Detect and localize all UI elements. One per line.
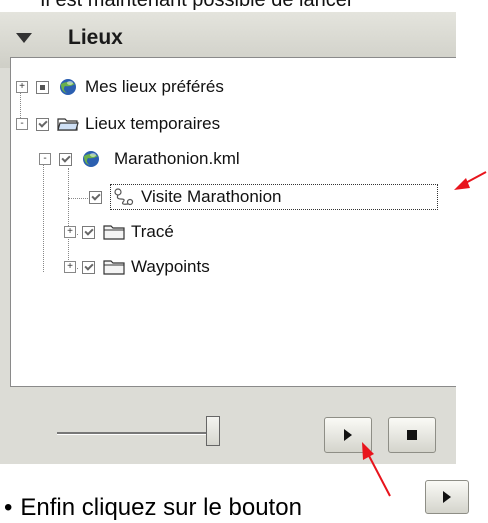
instruction-text-bottom: • Enfin cliquez sur le bouton (4, 494, 302, 522)
instruction-label: Enfin cliquez sur le bouton (20, 494, 302, 521)
arrow-head-icon (454, 178, 470, 190)
play-button-illustration (425, 480, 469, 514)
arrow-head-icon (362, 442, 374, 460)
annotation-arrow-line (366, 451, 391, 497)
annotation-arrows (362, 171, 487, 497)
bullet: • (4, 494, 13, 521)
play-icon (443, 491, 451, 503)
